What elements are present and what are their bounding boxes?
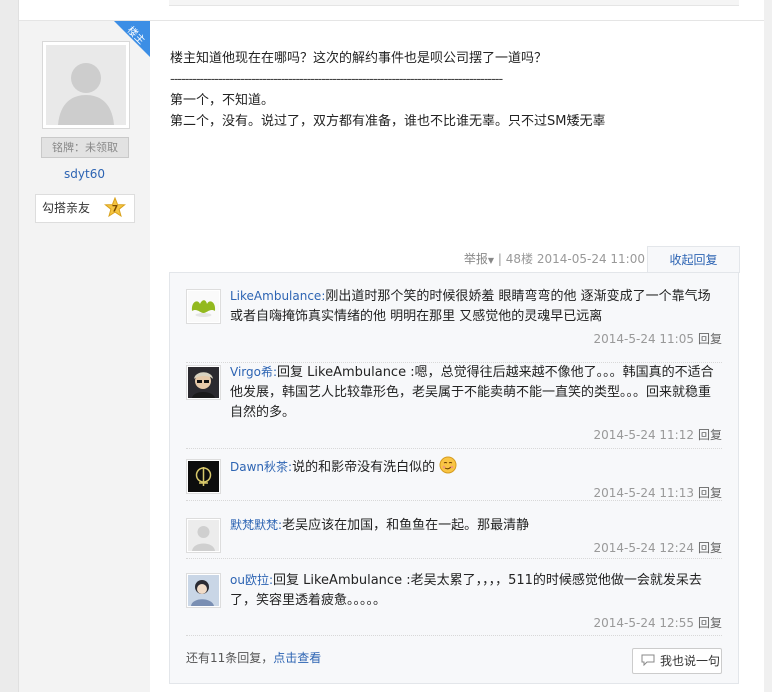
view-more-link[interactable]: 点击查看	[273, 651, 321, 665]
reply-time: 2014-5-24 12:55	[593, 616, 694, 630]
reply-body: 回复 LikeAmbulance :老吴太累了，，，，511的时候感觉他做一会就…	[230, 573, 702, 608]
post-content: 楼主知道他现在在哪吗？这次的解约事件也是呗公司摆了一道吗？ ----------…	[170, 48, 730, 132]
post-line-answer-1: 第一个，不知道。	[170, 93, 275, 108]
photo-person-avatar-icon	[188, 575, 219, 606]
smirk-emoji-icon	[439, 456, 457, 474]
default-avatar-icon	[188, 520, 219, 551]
reply-text: 默梵默梵:老吴应该在加国，和鱼鱼在一起。那最清静	[230, 518, 530, 533]
reply-time: 2014-5-24 12:24	[593, 541, 694, 555]
reply-panel: LikeAmbulance:刚出道时那个笑的时候很娇羞 眼睛弯弯的他 逐渐变成了…	[169, 272, 739, 684]
reply-body: 老吴应该在加国，和鱼鱼在一起。那最清静	[282, 518, 530, 533]
reply-button[interactable]: 回复	[698, 541, 722, 555]
remaining-count: 还有11条回复，	[186, 651, 274, 665]
reply-text: Virgo希:回复 LikeAmbulance :嗯，总觉得往后越来越不像他了。…	[230, 365, 714, 420]
reply-user[interactable]: Dawn秋茶	[230, 460, 288, 474]
post-time: 2014-05-24 11:00	[536, 252, 645, 266]
friend-label: 勾搭亲友	[42, 201, 91, 215]
level-star-icon: 7	[104, 197, 126, 218]
reply-button[interactable]: 回复	[698, 428, 722, 442]
reply-user[interactable]: Virgo希	[230, 365, 273, 379]
previous-post-footer	[169, 0, 739, 6]
friend-button[interactable]: 勾搭亲友 7	[35, 194, 135, 223]
page: 楼主 铭牌：未领取 sdyt60 勾搭亲友 7 楼主知道他现在在哪吗？这次的解约…	[18, 0, 766, 692]
default-avatar-icon	[46, 45, 126, 125]
reply-item: 默梵默梵:老吴应该在加国，和鱼鱼在一起。那最清静 2014-5-24 12:24…	[186, 518, 722, 559]
green-blob-avatar-icon	[188, 291, 219, 322]
reply-text: LikeAmbulance:刚出道时那个笑的时候很娇羞 眼睛弯弯的他 逐渐变成了…	[230, 289, 711, 324]
reply-text: ou欧拉:回复 LikeAmbulance :老吴太累了，，，，511的时候感觉…	[230, 573, 702, 608]
reply-user[interactable]: ou欧拉	[230, 573, 269, 587]
level-number: 7	[112, 205, 118, 215]
add-reply-button[interactable]: 我也说一句	[632, 648, 722, 674]
floor-number: 48楼	[505, 252, 534, 266]
add-reply-label: 我也说一句	[660, 654, 721, 668]
report-button[interactable]: 举报▼	[464, 252, 494, 266]
medal-button[interactable]: 铭牌：未领取	[41, 137, 129, 158]
reply-meta: 2014-5-24 12:24 回复	[593, 539, 722, 556]
caret-down-icon: ▼	[487, 256, 495, 265]
reply-time: 2014-5-24 11:13	[593, 486, 694, 500]
author-avatar[interactable]	[42, 41, 130, 129]
reply-body: 回复 LikeAmbulance :嗯，总觉得往后越来越不像他了。。。韩国真的不…	[230, 365, 714, 420]
reply-time: 2014-5-24 11:12	[593, 428, 694, 442]
post-meta: 举报▼ | 48楼 2014-05-24 11:00 收起回复	[169, 246, 740, 273]
post-line-question: 楼主知道他现在在哪吗？这次的解约事件也是呗公司摆了一道吗？	[170, 51, 548, 66]
person-sunglasses-avatar-icon	[188, 367, 219, 398]
reply-time: 2014-5-24 11:05	[593, 332, 694, 346]
reply-body: 说的和影帝没有洗白似的	[292, 460, 436, 475]
reply-button[interactable]: 回复	[698, 616, 722, 630]
reply-button[interactable]: 回复	[698, 486, 722, 500]
post-line-answer-2: 第二个，没有。说过了，双方都有准备，谁也不比谁无辜。只不过SM矮无辜	[170, 114, 606, 129]
reply-avatar[interactable]	[186, 365, 221, 400]
reply-item: ou欧拉:回复 LikeAmbulance :老吴太累了，，，，511的时候感觉…	[186, 573, 722, 636]
dark-emblem-avatar-icon	[188, 461, 219, 492]
author-name[interactable]: sdyt60	[19, 167, 150, 181]
reply-avatar[interactable]	[186, 518, 221, 553]
reply-avatar[interactable]	[186, 573, 221, 608]
meta-separator: |	[497, 252, 502, 266]
reply-user[interactable]: LikeAmbulance	[230, 289, 321, 303]
reply-item: Dawn秋茶:说的和影帝没有洗白似的 2014-5-24 11:13 回复	[186, 456, 722, 501]
report-label: 举报	[463, 252, 488, 266]
reply-item: Virgo希:回复 LikeAmbulance :嗯，总觉得往后越来越不像他了。…	[186, 365, 722, 449]
reply-item: LikeAmbulance:刚出道时那个笑的时候很娇羞 眼睛弯弯的他 逐渐变成了…	[186, 289, 722, 363]
reply-meta: 2014-5-24 11:05 回复	[593, 330, 722, 347]
reply-button[interactable]: 回复	[698, 332, 722, 346]
reply-text: Dawn秋茶:说的和影帝没有洗白似的	[230, 456, 722, 478]
more-replies: 还有11条回复，点击查看	[186, 649, 321, 666]
reply-avatar[interactable]	[186, 289, 221, 324]
reply-meta: 2014-5-24 12:55 回复	[593, 614, 722, 631]
collapse-replies-button[interactable]: 收起回复	[647, 246, 740, 273]
reply-avatar[interactable]	[186, 459, 221, 494]
reply-meta: 2014-5-24 11:12 回复	[593, 426, 722, 443]
post-separator: ----------------------------------------…	[170, 72, 503, 87]
reply-user[interactable]: 默梵默梵	[230, 518, 278, 532]
reply-meta: 2014-5-24 11:13 回复	[593, 484, 722, 501]
scrollbar[interactable]	[764, 0, 772, 692]
comment-icon	[641, 654, 655, 666]
